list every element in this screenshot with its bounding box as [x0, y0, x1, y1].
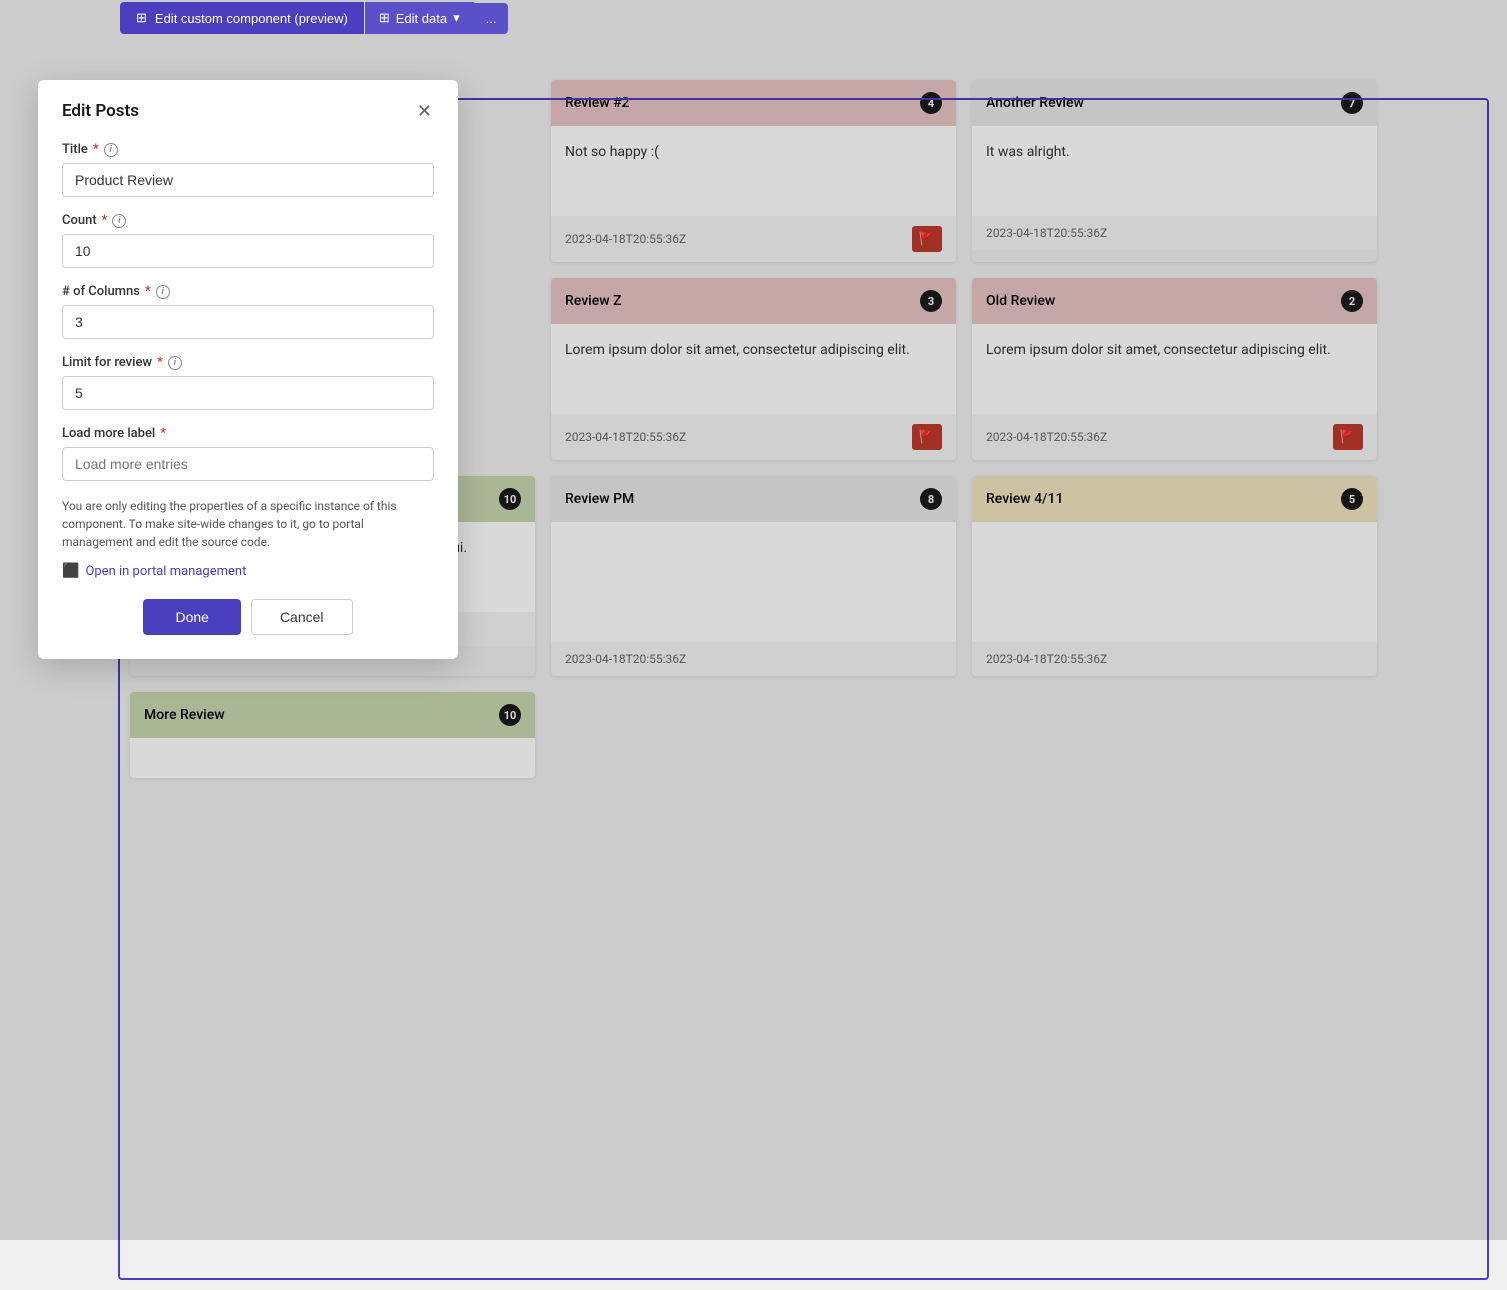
load-more-input[interactable]: [62, 447, 434, 481]
component-icon: ⊞: [136, 10, 147, 26]
limit-field-group: Limit for review * i: [62, 355, 434, 410]
modal-close-button[interactable]: ✕: [415, 100, 434, 122]
edit-posts-modal: Edit Posts ✕ Title * i Count * i # of Co…: [38, 80, 458, 659]
portal-management-link[interactable]: ⬛ Open in portal management: [62, 563, 434, 579]
columns-label: # of Columns * i: [62, 284, 434, 299]
count-info-icon[interactable]: i: [112, 214, 126, 228]
title-field-group: Title * i: [62, 142, 434, 197]
title-info-icon[interactable]: i: [104, 143, 118, 157]
portal-link-label: Open in portal management: [85, 564, 246, 579]
modal-note: You are only editing the properties of a…: [62, 497, 434, 551]
edit-data-button[interactable]: ⊞ Edit data ▾: [365, 2, 474, 34]
required-indicator: *: [145, 284, 151, 299]
count-label: Count * i: [62, 213, 434, 228]
limit-label-text: Limit for review: [62, 355, 152, 370]
edit-component-label: Edit custom component (preview): [155, 11, 348, 26]
required-indicator: *: [102, 213, 108, 228]
done-button[interactable]: Done: [143, 599, 240, 635]
count-field-group: Count * i: [62, 213, 434, 268]
columns-field-group: # of Columns * i: [62, 284, 434, 339]
modal-actions: Done Cancel: [62, 599, 434, 635]
load-more-field-group: Load more label *: [62, 426, 434, 481]
limit-info-icon[interactable]: i: [168, 356, 182, 370]
more-options-button[interactable]: ...: [474, 3, 509, 34]
count-input[interactable]: [62, 234, 434, 268]
limit-input[interactable]: [62, 376, 434, 410]
count-label-text: Count: [62, 213, 97, 228]
edit-component-button[interactable]: ⊞ Edit custom component (preview): [120, 2, 364, 34]
more-label: ...: [486, 11, 497, 26]
columns-label-text: # of Columns: [62, 284, 140, 299]
title-label-text: Title: [62, 142, 88, 157]
required-indicator: *: [157, 355, 163, 370]
edit-data-label: Edit data: [396, 11, 447, 26]
required-indicator: *: [160, 426, 166, 441]
cancel-button[interactable]: Cancel: [251, 599, 353, 635]
external-link-icon: ⬛: [62, 563, 79, 579]
title-label: Title * i: [62, 142, 434, 157]
title-input[interactable]: [62, 163, 434, 197]
load-more-label: Load more label *: [62, 426, 434, 441]
chevron-down-icon: ▾: [453, 10, 460, 26]
columns-info-icon[interactable]: i: [156, 285, 170, 299]
limit-label: Limit for review * i: [62, 355, 434, 370]
load-more-label-text: Load more label: [62, 426, 155, 441]
columns-input[interactable]: [62, 305, 434, 339]
modal-title: Edit Posts: [62, 101, 139, 121]
edit-data-icon: ⊞: [379, 10, 390, 26]
toolbar: ⊞ Edit custom component (preview) ⊞ Edit…: [120, 0, 508, 36]
modal-header: Edit Posts ✕: [62, 100, 434, 122]
required-indicator: *: [93, 142, 99, 157]
